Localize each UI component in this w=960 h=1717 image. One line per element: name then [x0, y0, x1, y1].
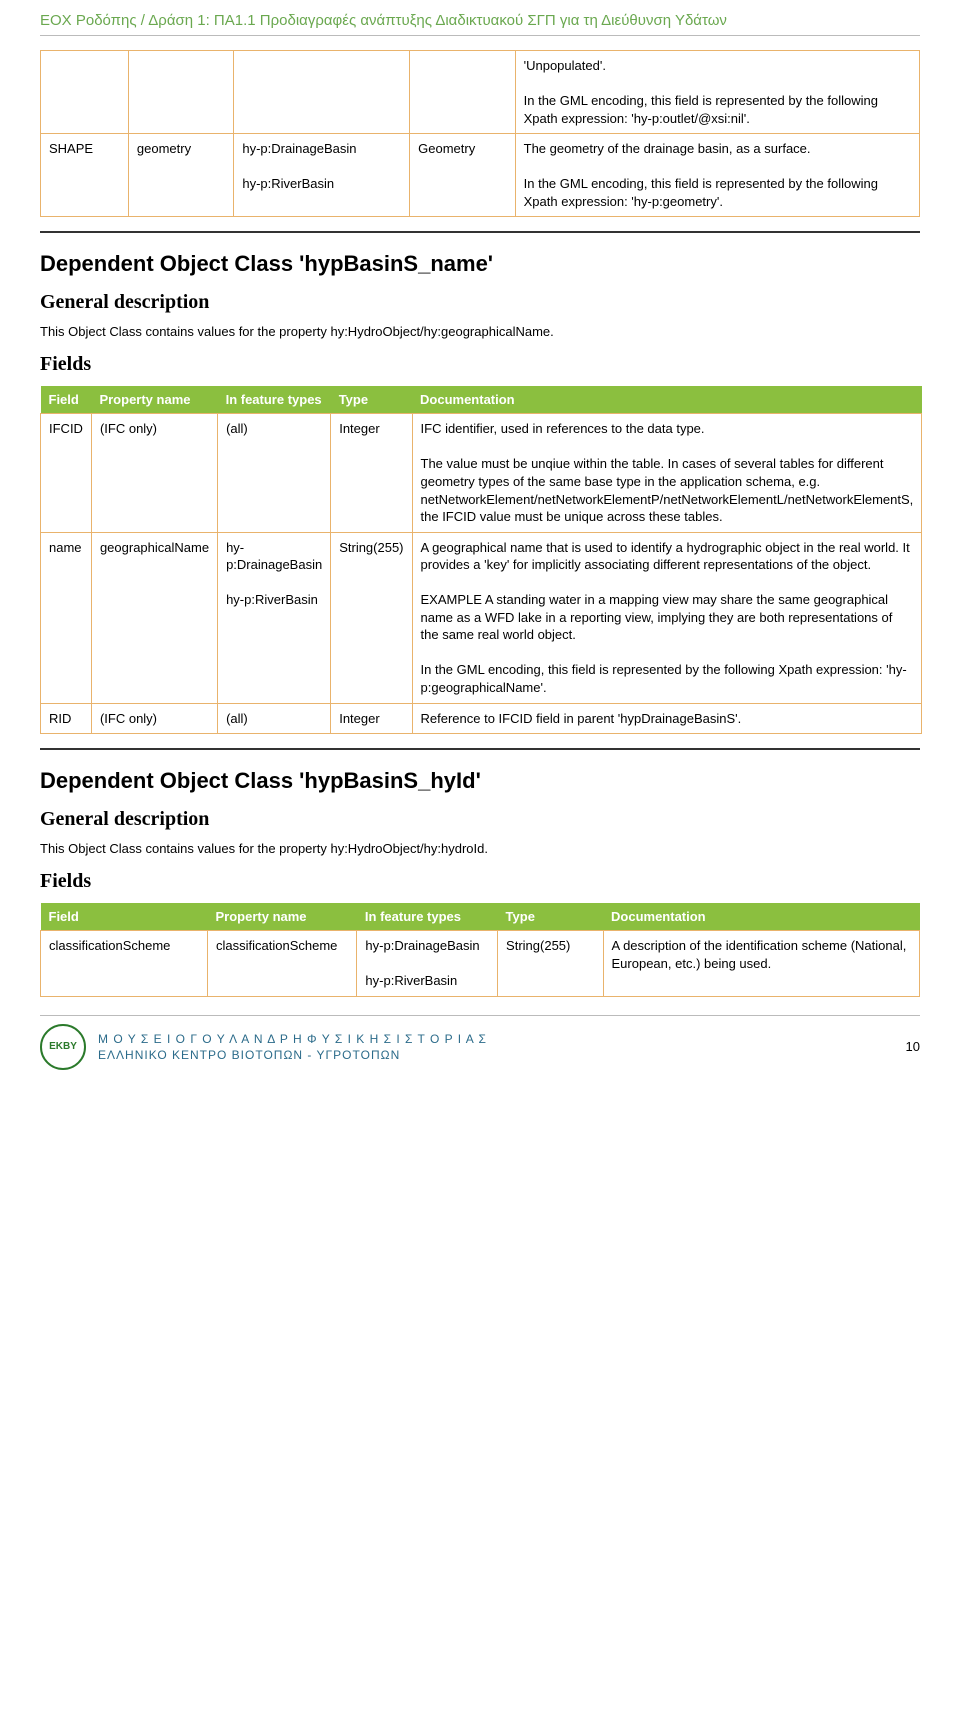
- cell: [128, 51, 233, 134]
- cell: classificationScheme: [208, 931, 357, 997]
- th-feature-types: In feature types: [218, 386, 331, 414]
- cell: Integer: [331, 703, 412, 734]
- table-row: name geographicalName hy-p:DrainageBasin…: [41, 532, 922, 703]
- cell: SHAPE: [41, 134, 129, 217]
- page-number: 10: [906, 1039, 920, 1054]
- table-row: IFCID (IFC only) (all) Integer IFC ident…: [41, 414, 922, 532]
- cell: RID: [41, 703, 92, 734]
- logo-icon: EKBY: [40, 1024, 86, 1070]
- cell: (IFC only): [91, 414, 217, 532]
- cell: (all): [218, 414, 331, 532]
- th-field: Field: [41, 903, 208, 931]
- cell: String(255): [331, 532, 412, 703]
- subheading-fields: Fields: [40, 353, 920, 376]
- subheading-fields: Fields: [40, 870, 920, 893]
- th-documentation: Documentation: [603, 903, 919, 931]
- cell: Reference to IFCID field in parent 'hypD…: [412, 703, 922, 734]
- cell: IFCID: [41, 414, 92, 532]
- section-title: Dependent Object Class 'hypBasinS_name': [40, 251, 920, 277]
- document-header: ΕΟΧ Ροδόπης / Δράση 1: ΠΑ1.1 Προδιαγραφέ…: [40, 12, 920, 36]
- subheading-general: General description: [40, 291, 920, 314]
- cell: (IFC only): [91, 703, 217, 734]
- cell: geographicalName: [91, 532, 217, 703]
- table-shape-continuation: 'Unpopulated'. In the GML encoding, this…: [40, 50, 920, 217]
- footer-line2: ΕΛΛΗΝΙΚΟ ΚΕΝΤΡΟ ΒΙΟΤΟΠΩΝ - ΥΓΡΟΤΟΠΩΝ: [98, 1047, 487, 1063]
- cell: String(255): [498, 931, 603, 997]
- table-hypbasins-name: Field Property name In feature types Typ…: [40, 386, 922, 734]
- cell: hy-p:DrainageBasin hy-p:RiverBasin: [218, 532, 331, 703]
- th-type: Type: [498, 903, 603, 931]
- th-field: Field: [41, 386, 92, 414]
- cell: Geometry: [410, 134, 515, 217]
- table-header-row: Field Property name In feature types Typ…: [41, 386, 922, 414]
- th-property: Property name: [208, 903, 357, 931]
- cell: classificationScheme: [41, 931, 208, 997]
- cell: hy-p:DrainageBasin hy-p:RiverBasin: [234, 134, 410, 217]
- cell: The geometry of the drainage basin, as a…: [515, 134, 919, 217]
- page-footer: EKBY Μ Ο Υ Σ Ε Ι Ο Γ Ο Υ Λ Α Ν Δ Ρ Η Φ Υ…: [40, 1015, 920, 1070]
- cell: [41, 51, 129, 134]
- cell: name: [41, 532, 92, 703]
- description-text: This Object Class contains values for th…: [40, 841, 920, 856]
- cell: 'Unpopulated'. In the GML encoding, this…: [515, 51, 919, 134]
- footer-left: EKBY Μ Ο Υ Σ Ε Ι Ο Γ Ο Υ Λ Α Ν Δ Ρ Η Φ Υ…: [40, 1024, 487, 1070]
- cell: A geographical name that is used to iden…: [412, 532, 922, 703]
- table-row: classificationScheme classificationSchem…: [41, 931, 920, 997]
- table-row: 'Unpopulated'. In the GML encoding, this…: [41, 51, 920, 134]
- th-type: Type: [331, 386, 412, 414]
- cell: IFC identifier, used in references to th…: [412, 414, 922, 532]
- cell: Integer: [331, 414, 412, 532]
- table-row: RID (IFC only) (all) Integer Reference t…: [41, 703, 922, 734]
- cell: (all): [218, 703, 331, 734]
- section-divider: [40, 231, 920, 233]
- table-row: SHAPE geometry hy-p:DrainageBasin hy-p:R…: [41, 134, 920, 217]
- table-header-row: Field Property name In feature types Typ…: [41, 903, 920, 931]
- description-text: This Object Class contains values for th…: [40, 324, 920, 339]
- cell: [410, 51, 515, 134]
- section-title: Dependent Object Class 'hypBasinS_hyId': [40, 768, 920, 794]
- table-hypbasins-hyid: Field Property name In feature types Typ…: [40, 903, 920, 997]
- section-divider: [40, 748, 920, 750]
- cell: [234, 51, 410, 134]
- cell: hy-p:DrainageBasin hy-p:RiverBasin: [357, 931, 498, 997]
- cell: geometry: [128, 134, 233, 217]
- cell: A description of the identification sche…: [603, 931, 919, 997]
- footer-org-text: Μ Ο Υ Σ Ε Ι Ο Γ Ο Υ Λ Α Ν Δ Ρ Η Φ Υ Σ Ι …: [98, 1031, 487, 1063]
- th-documentation: Documentation: [412, 386, 922, 414]
- subheading-general: General description: [40, 808, 920, 831]
- th-property: Property name: [91, 386, 217, 414]
- footer-line1: Μ Ο Υ Σ Ε Ι Ο Γ Ο Υ Λ Α Ν Δ Ρ Η Φ Υ Σ Ι …: [98, 1031, 487, 1047]
- th-feature-types: In feature types: [357, 903, 498, 931]
